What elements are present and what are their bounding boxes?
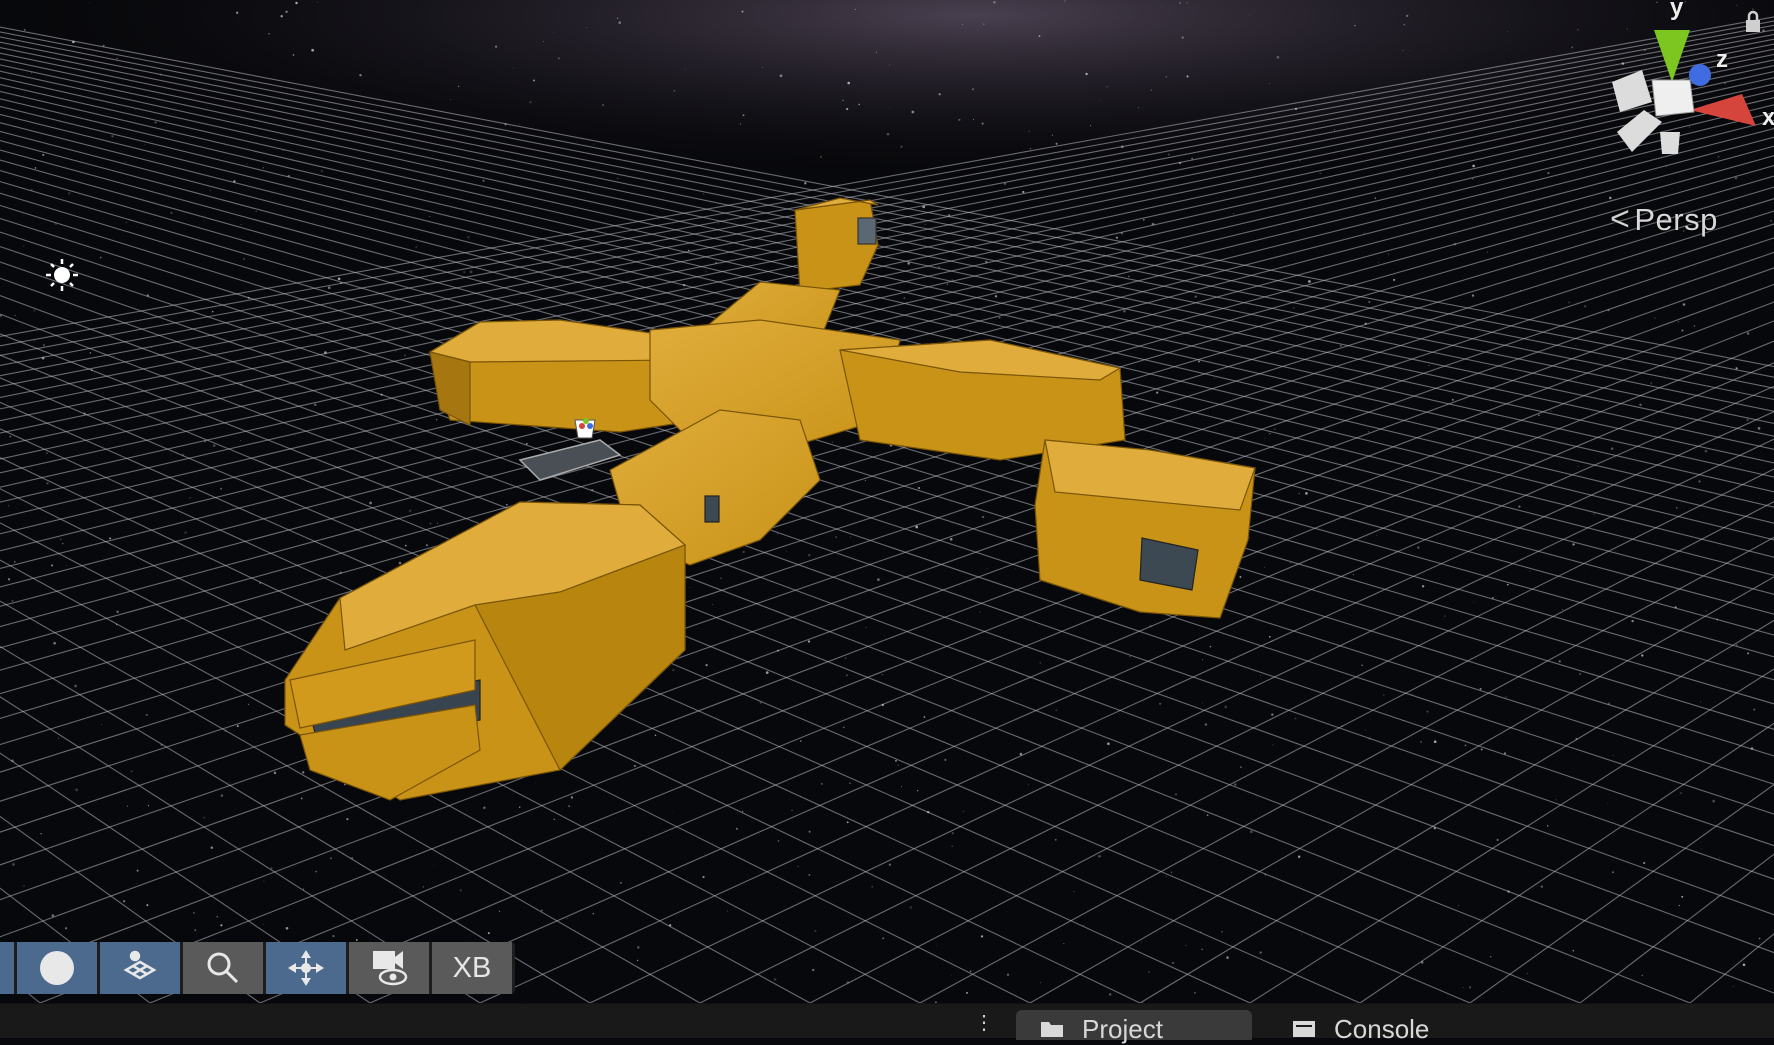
tab-console-label: Console xyxy=(1334,1014,1430,1044)
console-icon xyxy=(1293,1021,1315,1037)
nebula-backdrop xyxy=(0,0,1774,300)
xb-button[interactable]: XB xyxy=(432,942,512,994)
layers-icon xyxy=(123,950,157,980)
scene-canvas[interactable] xyxy=(0,0,1774,1003)
folder-icon xyxy=(1041,1022,1063,1037)
gizmo-axis-y-label: y xyxy=(1670,0,1684,21)
sphere-icon xyxy=(40,951,74,985)
camera-visibility-button[interactable] xyxy=(349,942,429,994)
sphere-toggle-button[interactable] xyxy=(17,942,97,994)
camera-visibility-icon xyxy=(373,951,408,986)
scene-overlay-toolbar: XB xyxy=(0,942,515,994)
bottom-dock: ⋮ Project Console xyxy=(0,1003,1774,1044)
move-gizmo-button[interactable] xyxy=(266,942,346,994)
move-gizmo-icon xyxy=(288,950,324,986)
search-icon xyxy=(207,952,239,984)
toolbar-edge-button[interactable] xyxy=(0,942,14,994)
gizmo-axis-x-label: x xyxy=(1762,104,1774,131)
tab-project[interactable]: Project xyxy=(1016,1010,1252,1044)
lock-icon[interactable] xyxy=(1744,10,1762,34)
gizmo-axis-z-label: z xyxy=(1716,46,1728,73)
search-button[interactable] xyxy=(183,942,263,994)
gizmo-z-cone[interactable] xyxy=(1689,64,1711,86)
layers-toggle-button[interactable] xyxy=(100,942,180,994)
scene-view[interactable]: < Persp y z x XB xyxy=(0,0,1774,1003)
tab-project-label: Project xyxy=(1082,1014,1163,1044)
chevron-left-icon: < xyxy=(1610,200,1631,238)
tab-console[interactable]: Console xyxy=(1268,1010,1488,1044)
drag-handle-icon[interactable]: ⋮ xyxy=(974,1010,994,1035)
projection-label[interactable]: < Persp xyxy=(1610,200,1718,239)
